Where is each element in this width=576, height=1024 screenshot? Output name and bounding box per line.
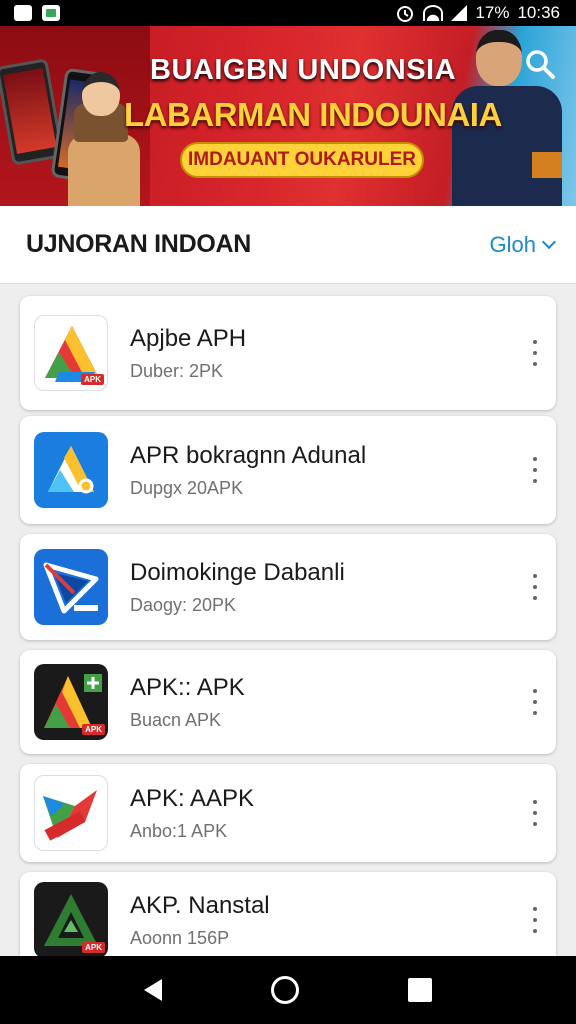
app-icon: APK [34,664,108,740]
list-item[interactable]: APK APK:: APK Buacn APK [20,650,556,754]
battery-level: 17% [475,3,510,22]
app-subtitle: Aoonn 156P [130,927,230,948]
more-options-icon[interactable] [530,340,540,366]
app-icon: APK [34,315,108,391]
apk-badge: APK [81,374,104,385]
status-left [14,5,60,21]
app-name: APK: AAPK [130,784,255,812]
list-item[interactable]: Doimokinge Dabanli Daogy: 20PK [20,534,556,640]
more-options-icon[interactable] [530,457,540,483]
app-text: APK:: APK Buacn APK [130,674,245,731]
app-subtitle: Duber: 2PK [130,360,224,381]
banner-title: BUAIGBN UNDONSIA [150,54,457,86]
list-item[interactable]: APK: AAPK Anbo:1 APK [20,764,556,862]
navigation-bar [0,956,576,1024]
recent-apps-icon[interactable] [407,978,432,1002]
app-notification-icon [42,5,60,21]
app-subtitle: Dupgx 20APK [130,477,244,498]
filter-label: Gloh [489,231,536,257]
app-name: AKP. Nanstal [130,891,270,919]
app-subtitle: Anbo:1 APK [130,820,228,841]
app-name: Apjbe APH [130,324,247,352]
status-bar: 17% 10:36 [0,0,576,26]
app-subtitle: Buacn APK [130,709,222,730]
app-name: APK:: APK [130,673,245,701]
app-subtitle: Daogy: 20PK [130,594,237,615]
app-text: APR bokragnn Adunal Dupgx 20APK [130,442,366,499]
app-icon: APK [34,882,108,958]
wifi-icon [423,5,444,21]
home-icon[interactable] [270,976,299,1004]
clock: 10:36 [517,3,560,22]
app-list: APK Apjbe APH Duber: 2PK APR bokragnn Ad… [20,296,556,978]
search-icon[interactable] [520,44,560,84]
more-options-icon[interactable] [530,907,540,933]
more-options-icon[interactable] [530,689,540,715]
app-name: APR bokragnn Adunal [130,441,367,469]
app-icon [34,432,108,508]
list-item[interactable]: APR bokragnn Adunal Dupgx 20APK [20,416,556,524]
app-icon [34,549,108,625]
alarm-icon [397,6,414,22]
apk-badge: APK [82,724,105,735]
back-icon[interactable] [144,979,163,1001]
section-header: UJNORAN INDOAN Gloh [0,206,576,284]
apk-badge: APK [82,942,105,953]
list-item[interactable]: APK Apjbe APH Duber: 2PK [20,296,556,410]
more-options-icon[interactable] [530,800,540,826]
banner-subtitle: LABARMAN INDOUNAIA [124,96,502,133]
woman-illustration [66,72,142,206]
signal-icon [451,5,468,21]
status-right: 17% 10:36 [395,3,560,23]
app-text: APK: AAPK Anbo:1 APK [130,785,254,842]
app-text: Doimokinge Dabanli Daogy: 20PK [130,559,345,616]
list-item[interactable]: APK AKP. Nanstal Aoonn 156P [20,872,556,968]
notification-icon [14,5,32,21]
app-text: Apjbe APH Duber: 2PK [130,325,246,382]
app-text: AKP. Nanstal Aoonn 156P [130,892,270,949]
section-title: UJNORAN INDOAN [26,230,251,258]
chevron-down-icon [541,234,557,249]
filter-dropdown[interactable]: Gloh [489,231,557,258]
more-options-icon[interactable] [530,574,540,600]
promo-banner[interactable]: BUAIGBN UNDONSIA LABARMAN INDOUNAIA IMDA… [0,26,576,206]
banner-cta-pill[interactable]: IMDAUANT OUKARULER [180,142,424,178]
app-icon [34,775,108,851]
app-name: Doimokinge Dabanli [130,558,345,586]
